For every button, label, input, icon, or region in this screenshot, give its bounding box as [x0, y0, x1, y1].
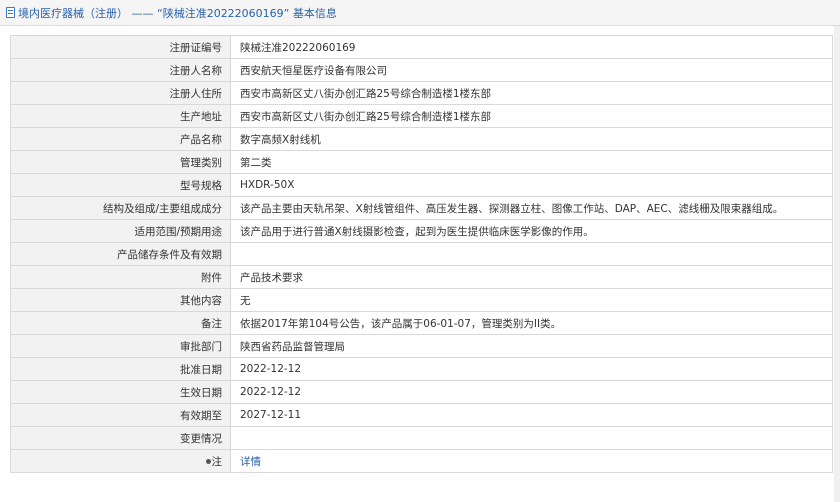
row-label: 注册人住所: [10, 81, 231, 105]
page-header: 境内医疗器械（注册） —— “陕械注准20222060169” 基本信息: [0, 0, 840, 26]
table-row: 批准日期 2022-12-12: [10, 357, 833, 381]
table-row: 生产地址 西安市高新区丈八街办创汇路25号综合制造楼1楼东部: [10, 104, 833, 128]
row-label: 注册人名称: [10, 58, 231, 82]
table-row: 备注 依据2017年第104号公告，该产品属于06-01-07，管理类别为II类。: [10, 311, 833, 335]
row-label: 注册证编号: [10, 35, 231, 59]
row-label: 产品名称: [10, 127, 231, 151]
table-row: 注册人住所 西安市高新区丈八街办创汇路25号综合制造楼1楼东部: [10, 81, 833, 105]
row-value: 2022-12-12: [230, 380, 833, 404]
table-row: 管理类别 第二类: [10, 150, 833, 174]
table-row: 其他内容无: [10, 288, 833, 312]
table-row: 注册证编号 陕械注准20222060169: [10, 35, 833, 59]
pin-icon: [205, 458, 211, 464]
details-link[interactable]: 详情: [240, 456, 261, 468]
table-row: 型号规格 HXDR-50X: [10, 173, 833, 197]
table-row: 变更情况: [10, 426, 833, 450]
scrollbar[interactable]: [834, 26, 840, 502]
row-value: 2022-12-12: [230, 357, 833, 381]
row-value: 2027-12-11: [230, 403, 833, 427]
info-table-container: 注册证编号 陕械注准20222060169 注册人名称 西安航天恒星医疗设备有限公司注…: [10, 35, 833, 473]
row-value: 依据2017年第104号公告，该产品属于06-01-07，管理类别为II类。: [230, 311, 833, 335]
row-label: 备注: [10, 311, 231, 335]
row-label: 附件: [10, 265, 231, 289]
row-value: 第二类: [230, 150, 833, 174]
table-row: 审批部门 陕西省药品监督管理局: [10, 334, 833, 358]
table-row: 适用范围/预期用途 该产品用于进行普通X射线摄影检查，起到为医生提供临床医学影像的…: [10, 219, 833, 243]
row-value: 详情: [230, 449, 833, 473]
document-icon: [6, 7, 15, 18]
row-label: 型号规格: [10, 173, 231, 197]
row-label: 批准日期: [10, 357, 231, 381]
table-row: 结构及组成/主要组成成分 该产品主要由天轨吊架、X射线管组件、高压发生器、探测器立…: [10, 196, 833, 220]
row-value: [230, 426, 833, 450]
basic-info-table: 注册证编号 陕械注准20222060169 注册人名称 西安航天恒星医疗设备有限公司注…: [10, 35, 833, 473]
row-value: 数字高频X射线机: [230, 127, 833, 151]
row-label: 结构及组成/主要组成成分: [10, 196, 231, 220]
row-value: 无: [230, 288, 833, 312]
row-value: 西安市高新区丈八街办创汇路25号综合制造楼1楼东部: [230, 81, 833, 105]
table-row: 生效日期 2022-12-12: [10, 380, 833, 404]
row-label: 产品储存条件及有效期: [10, 242, 231, 266]
table-row: 附件 产品技术要求: [10, 265, 833, 289]
page-title: 境内医疗器械（注册） —— “陕械注准20222060169” 基本信息: [18, 6, 337, 20]
table-row: 产品储存条件及有效期: [10, 242, 833, 266]
row-value: HXDR-50X: [230, 173, 833, 197]
table-row: 产品名称 数字高频X射线机: [10, 127, 833, 151]
row-value: 陕西省药品监督管理局: [230, 334, 833, 358]
row-value: 西安市高新区丈八街办创汇路25号综合制造楼1楼东部: [230, 104, 833, 128]
row-label: 注: [211, 455, 223, 468]
row-label: 管理类别: [10, 150, 231, 174]
row-value: [230, 242, 833, 266]
note-label-cell: 注: [10, 449, 231, 473]
row-label: 变更情况: [10, 426, 231, 450]
row-label: 有效期至: [10, 403, 231, 427]
row-value: 产品技术要求: [230, 265, 833, 289]
table-row: 有效期至 2027-12-11: [10, 403, 833, 427]
row-label: 其他内容: [10, 288, 231, 312]
row-value: 陕械注准20222060169: [230, 35, 833, 59]
row-label: 生效日期: [10, 380, 231, 404]
table-row: 注 详情: [10, 449, 833, 473]
table-row: 注册人名称 西安航天恒星医疗设备有限公司: [10, 58, 833, 82]
row-value: 西安航天恒星医疗设备有限公司: [230, 58, 833, 82]
row-label: 生产地址: [10, 104, 231, 128]
row-value: 该产品用于进行普通X射线摄影检查，起到为医生提供临床医学影像的作用。: [230, 219, 833, 243]
row-label: 适用范围/预期用途: [10, 219, 231, 243]
row-value: 该产品主要由天轨吊架、X射线管组件、高压发生器、探测器立柱、图像工作站、DAP、…: [230, 196, 833, 220]
row-label: 审批部门: [10, 334, 231, 358]
